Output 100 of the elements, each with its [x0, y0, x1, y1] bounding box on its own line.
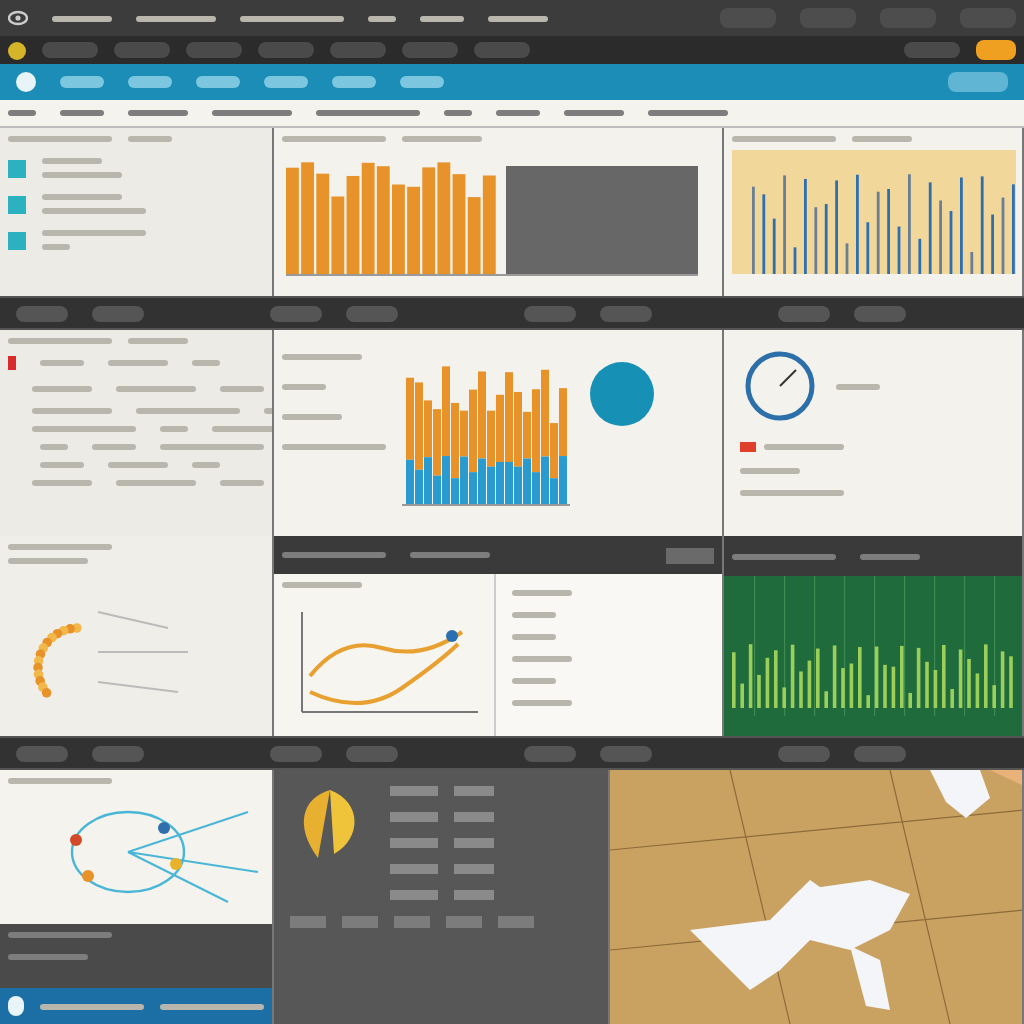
illegible-text	[42, 172, 122, 178]
field-button[interactable]	[390, 838, 438, 848]
bar	[849, 663, 854, 708]
nav-tab[interactable]	[60, 76, 104, 88]
logo-icon	[8, 996, 24, 1016]
toolbar-button[interactable]	[186, 42, 242, 58]
toolbar-button[interactable]	[778, 305, 830, 321]
illegible-text	[128, 338, 188, 344]
toolbar-button[interactable]	[92, 305, 144, 321]
illegible-text	[42, 208, 146, 214]
illegible-text	[160, 1003, 264, 1009]
illegible-text	[512, 612, 556, 618]
illegible-text	[212, 110, 292, 116]
illegible-text	[40, 1003, 144, 1009]
illegible-text	[8, 932, 112, 938]
illegible-text	[316, 110, 420, 116]
illegible-text	[368, 15, 396, 21]
toolbar-button[interactable]	[270, 305, 322, 321]
illegible-text	[32, 386, 92, 392]
bar	[765, 657, 770, 708]
toolbar-button[interactable]	[92, 745, 144, 761]
illegible-text	[32, 480, 92, 486]
nav-tab[interactable]	[264, 76, 308, 88]
toolbar-button[interactable]	[904, 42, 960, 58]
bar	[891, 666, 896, 708]
toolbar-button[interactable]	[114, 42, 170, 58]
option-button[interactable]	[290, 916, 326, 928]
field-button[interactable]	[454, 812, 494, 822]
illegible-text	[128, 110, 188, 116]
bar	[874, 646, 879, 708]
toolbar-button[interactable]	[474, 42, 530, 58]
toolbar-button[interactable]	[524, 305, 576, 321]
alert-mark	[8, 356, 16, 370]
field-button[interactable]	[390, 890, 438, 900]
field-button[interactable]	[454, 890, 494, 900]
toolbar-button[interactable]	[854, 745, 906, 761]
eye-icon[interactable]	[8, 10, 28, 26]
field-button[interactable]	[390, 864, 438, 874]
field-button[interactable]	[390, 812, 438, 822]
illegible-text	[852, 136, 912, 142]
illegible-text	[42, 244, 70, 250]
bar	[958, 649, 963, 708]
bar	[832, 645, 837, 708]
nav-tab[interactable]	[128, 76, 172, 88]
illegible-text	[92, 444, 136, 450]
illegible-text	[420, 15, 464, 21]
toolbar-button[interactable]	[16, 305, 68, 321]
illegible-text	[564, 110, 624, 116]
illegible-text	[764, 444, 844, 450]
illegible-text	[42, 158, 102, 164]
toolbar-button[interactable]	[258, 42, 314, 58]
illegible-text	[192, 360, 220, 366]
illegible-text	[410, 552, 490, 558]
panel-button[interactable]	[666, 547, 714, 563]
bar	[933, 670, 938, 708]
illegible-text	[512, 678, 556, 684]
option-button[interactable]	[394, 916, 430, 928]
toolbar-button[interactable]	[16, 745, 68, 761]
illegible-text	[282, 444, 386, 450]
toolbar-button[interactable]	[402, 42, 458, 58]
bar	[975, 673, 980, 708]
toolbar-button[interactable]	[854, 305, 906, 321]
field-button[interactable]	[454, 864, 494, 874]
toolbar-button[interactable]	[600, 305, 652, 321]
illegible-text	[40, 444, 68, 450]
bar	[807, 660, 812, 708]
field-button[interactable]	[390, 786, 438, 796]
option-button[interactable]	[342, 916, 378, 928]
nav-tab[interactable]	[400, 76, 444, 88]
illegible-text	[108, 462, 168, 468]
illegible-text	[8, 954, 88, 960]
nav-tab[interactable]	[332, 76, 376, 88]
illegible-text	[8, 544, 112, 550]
toolbar-button[interactable]	[600, 745, 652, 761]
alert-button[interactable]	[976, 40, 1016, 60]
bar	[748, 644, 753, 708]
illegible-text	[40, 462, 84, 468]
toolbar-button[interactable]	[42, 42, 98, 58]
toolbar-button[interactable]	[346, 745, 398, 761]
account-button[interactable]	[948, 72, 1008, 92]
illegible-text	[192, 462, 220, 468]
toolbar-button[interactable]	[270, 745, 322, 761]
circle-chart	[590, 362, 654, 426]
option-button[interactable]	[446, 916, 482, 928]
toolbar-button[interactable]	[524, 745, 576, 761]
toolbar-button[interactable]	[346, 305, 398, 321]
illegible-text	[52, 15, 112, 21]
illegible-text	[512, 700, 572, 706]
toolbar-button[interactable]	[778, 745, 830, 761]
bar	[790, 644, 795, 708]
illegible-text	[282, 384, 326, 390]
option-button[interactable]	[498, 916, 534, 928]
nav-tab[interactable]	[196, 76, 240, 88]
illegible-text	[282, 582, 362, 588]
illegible-text	[496, 110, 540, 116]
toolbar-button[interactable]	[330, 42, 386, 58]
field-button[interactable]	[454, 838, 494, 848]
bar	[916, 647, 921, 708]
illegible-text	[160, 426, 188, 432]
field-button[interactable]	[454, 786, 494, 796]
